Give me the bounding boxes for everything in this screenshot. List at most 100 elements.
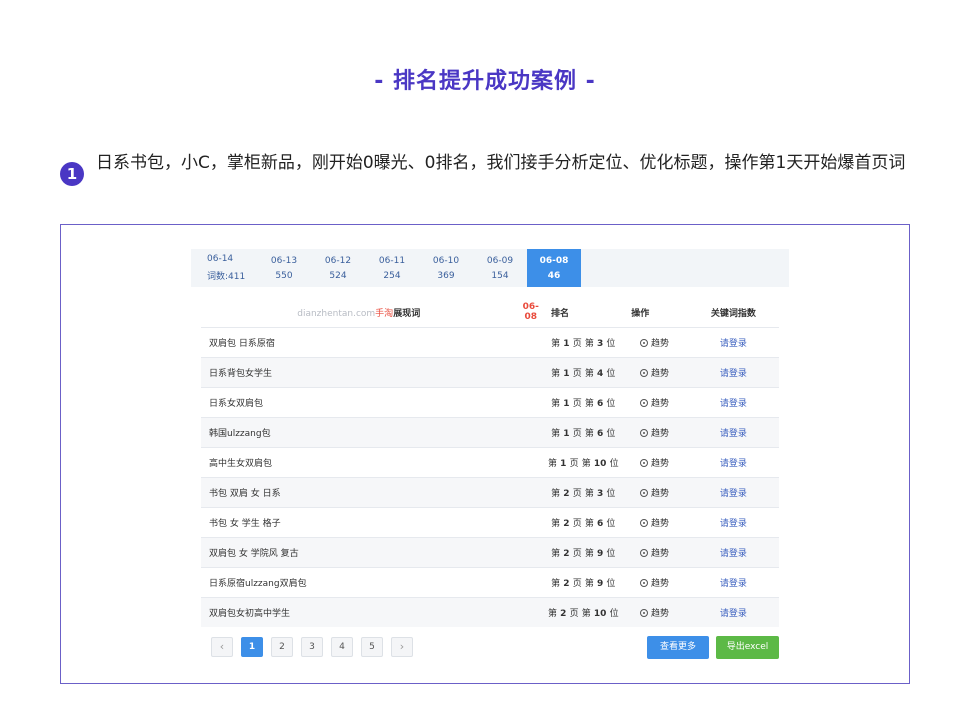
rank-page: 2 xyxy=(563,549,570,559)
rank-cell: 第 1 页 第 6 位 xyxy=(545,396,621,409)
page-unit: 页 xyxy=(572,399,582,409)
pagination: ‹ 1 2 3 4 5 › xyxy=(211,637,413,657)
pos-unit: 位 xyxy=(606,549,616,559)
page-button[interactable]: 4 xyxy=(331,637,353,657)
trend-action[interactable]: 趋势 xyxy=(621,486,688,499)
rank-position: 3 xyxy=(597,339,604,349)
trend-icon xyxy=(640,369,649,377)
table-row: 双肩包 女 学院风 复古 第 2 页 第 9 位 趋势 请登录 xyxy=(201,537,779,567)
source-label: 展现词 xyxy=(393,308,421,319)
trend-action[interactable]: 趋势 xyxy=(621,576,688,589)
login-link[interactable]: 请登录 xyxy=(720,519,747,529)
table-row: 日系原宿ulzzang双肩包 第 2 页 第 9 位 趋势 请登录 xyxy=(201,567,779,597)
trend-action[interactable]: 趋势 xyxy=(621,366,688,379)
date-tab[interactable]: 06-11 254 xyxy=(365,249,419,287)
login-link[interactable]: 请登录 xyxy=(720,459,747,469)
rank-cell: 第 2 页 第 10 位 xyxy=(545,606,621,619)
tab-count: 524 xyxy=(329,270,347,281)
rank-prefix: 第 xyxy=(548,609,558,619)
login-link[interactable]: 请登录 xyxy=(720,369,747,379)
rank-prefix: 第 xyxy=(548,459,558,469)
login-link[interactable]: 请登录 xyxy=(720,489,747,499)
view-more-button[interactable]: 查看更多 xyxy=(647,636,709,659)
pos-unit: 位 xyxy=(606,369,616,379)
rank-column-header: 排名 xyxy=(550,308,569,319)
operation-column-header: 操作 xyxy=(631,308,650,319)
rank-page: 2 xyxy=(560,609,567,619)
date-tab[interactable]: 06-10 369 xyxy=(419,249,473,287)
date-tab[interactable]: 06-13 550 xyxy=(257,249,311,287)
table-row: 双肩包女初高中学生 第 2 页 第 10 位 趋势 请登录 xyxy=(201,597,779,627)
page-unit: 页 xyxy=(572,579,582,589)
index-cell: 请登录 xyxy=(688,516,779,529)
rank-position: 6 xyxy=(597,429,604,439)
pos-unit: 位 xyxy=(606,339,616,349)
tab-count: 550 xyxy=(275,270,293,281)
rank-position: 4 xyxy=(597,369,604,379)
source-site: dianzhentan.com xyxy=(297,308,376,319)
table-row: 双肩包 日系原宿 第 1 页 第 3 位 趋势 请登录 xyxy=(201,327,779,357)
login-link[interactable]: 请登录 xyxy=(720,549,747,559)
login-link[interactable]: 请登录 xyxy=(720,339,747,349)
pos-unit: 位 xyxy=(606,489,616,499)
date-tab[interactable]: 06-09 154 xyxy=(473,249,527,287)
page-unit: 页 xyxy=(572,519,582,529)
pos-prefix: 第 xyxy=(584,549,594,559)
tab-date: 06-09 xyxy=(486,255,514,266)
rank-prefix: 第 xyxy=(551,399,561,409)
rank-cell: 第 2 页 第 3 位 xyxy=(545,486,621,499)
date-column-header: 06-08 xyxy=(522,302,539,322)
rank-page: 1 xyxy=(560,459,567,469)
tab-date: 06-14 xyxy=(207,254,234,264)
next-page-button[interactable]: › xyxy=(391,637,413,657)
login-link[interactable]: 请登录 xyxy=(720,429,747,439)
login-link[interactable]: 请登录 xyxy=(720,609,747,619)
export-excel-button[interactable]: 导出excel xyxy=(716,636,779,659)
date-tab[interactable]: 06-14 词数:411 xyxy=(191,249,257,287)
rank-prefix: 第 xyxy=(551,489,561,499)
trend-action[interactable]: 趋势 xyxy=(621,606,688,619)
page-unit: 页 xyxy=(572,339,582,349)
page-button[interactable]: 5 xyxy=(361,637,383,657)
prev-page-button[interactable]: ‹ xyxy=(211,637,233,657)
keyword-cell: 日系原宿ulzzang双肩包 xyxy=(209,579,307,589)
trend-action[interactable]: 趋势 xyxy=(621,396,688,409)
trend-icon xyxy=(640,399,649,407)
trend-action[interactable]: 趋势 xyxy=(621,456,688,469)
rank-page: 2 xyxy=(563,489,570,499)
index-cell: 请登录 xyxy=(688,486,779,499)
trend-label: 趋势 xyxy=(651,489,670,499)
tab-count: 254 xyxy=(383,270,401,281)
trend-label: 趋势 xyxy=(651,429,670,439)
rank-cell: 第 1 页 第 10 位 xyxy=(545,456,621,469)
rank-page: 1 xyxy=(563,399,570,409)
page-button[interactable]: 2 xyxy=(271,637,293,657)
page-unit: 页 xyxy=(572,549,582,559)
page-button[interactable]: 3 xyxy=(301,637,323,657)
trend-label: 趋势 xyxy=(651,399,670,409)
pos-prefix: 第 xyxy=(584,579,594,589)
date-tab[interactable]: 06-12 524 xyxy=(311,249,365,287)
pos-unit: 位 xyxy=(606,579,616,589)
login-link[interactable]: 请登录 xyxy=(720,579,747,589)
keyword-cell: 双肩包女初高中学生 xyxy=(209,609,291,619)
table-row: 书包 女 学生 格子 第 2 页 第 6 位 趋势 请登录 xyxy=(201,507,779,537)
tab-count: 369 xyxy=(437,270,455,281)
keyword-table: dianzhentan.com手淘展现词 06-08 排名 操作 关键词指数 双… xyxy=(201,297,779,627)
page-unit: 页 xyxy=(572,429,582,439)
pos-prefix: 第 xyxy=(584,369,594,379)
step-description: 1 日系书包，小C，掌柜新品，刚开始0曝光、0排名，我们接手分析定位、优化标题，… xyxy=(60,150,930,186)
trend-action[interactable]: 趋势 xyxy=(621,426,688,439)
rank-position: 6 xyxy=(597,399,604,409)
date-tab[interactable]: 06-08 46 xyxy=(527,249,581,287)
trend-action[interactable]: 趋势 xyxy=(621,516,688,529)
pos-unit: 位 xyxy=(606,429,616,439)
page-button[interactable]: 1 xyxy=(241,637,263,657)
trend-action[interactable]: 趋势 xyxy=(621,546,688,559)
keyword-cell: 日系背包女学生 xyxy=(209,369,273,379)
index-cell: 请登录 xyxy=(688,396,779,409)
trend-action[interactable]: 趋势 xyxy=(621,336,688,349)
trend-icon xyxy=(640,489,649,497)
login-link[interactable]: 请登录 xyxy=(720,399,747,409)
keyword-cell: 日系女双肩包 xyxy=(209,399,264,409)
